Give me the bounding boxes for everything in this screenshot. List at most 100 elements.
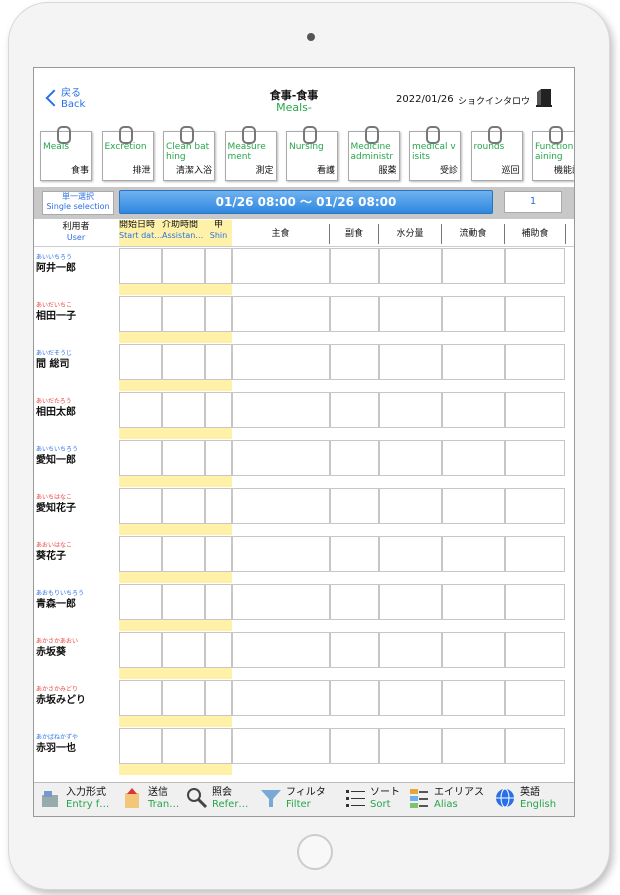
table-cell[interactable] bbox=[330, 632, 379, 668]
table-cell[interactable] bbox=[505, 632, 565, 668]
table-cell[interactable] bbox=[232, 344, 330, 380]
table-cell[interactable] bbox=[205, 344, 232, 380]
toolbar-alias-button[interactable]: エイリアス Alias bbox=[408, 784, 486, 814]
table-cell[interactable] bbox=[205, 632, 232, 668]
table-cell[interactable] bbox=[119, 488, 162, 524]
table-cell[interactable] bbox=[330, 584, 379, 620]
tab-6[interactable]: medical visits 受診 bbox=[409, 126, 461, 181]
table-cell[interactable] bbox=[330, 344, 379, 380]
table-cell[interactable] bbox=[205, 248, 232, 284]
table-cell[interactable] bbox=[232, 488, 330, 524]
toolbar-search-button[interactable]: 照会 Refer… bbox=[186, 784, 264, 814]
table-cell[interactable] bbox=[442, 488, 505, 524]
table-cell[interactable] bbox=[505, 392, 565, 428]
table-cell[interactable] bbox=[442, 344, 505, 380]
table-cell[interactable] bbox=[119, 440, 162, 476]
table-cell[interactable] bbox=[119, 296, 162, 332]
table-cell[interactable] bbox=[205, 728, 232, 764]
table-cell[interactable] bbox=[162, 632, 205, 668]
user-name[interactable]: あいだいちこ 相田一子 bbox=[36, 302, 118, 323]
table-cell[interactable] bbox=[442, 584, 505, 620]
table-cell[interactable] bbox=[232, 680, 330, 716]
toolbar-filter-button[interactable]: フィルタ Filter bbox=[260, 784, 338, 814]
user-name[interactable]: あかばねかずや 赤羽一也 bbox=[36, 734, 118, 755]
table-cell[interactable] bbox=[205, 296, 232, 332]
toolbar-entry-form-button[interactable]: 入力形式 Entry f… bbox=[40, 784, 118, 814]
table-cell[interactable] bbox=[379, 248, 442, 284]
table-cell[interactable] bbox=[442, 392, 505, 428]
table-cell[interactable] bbox=[442, 728, 505, 764]
table-cell[interactable] bbox=[162, 344, 205, 380]
table-cell[interactable] bbox=[505, 728, 565, 764]
table-cell[interactable] bbox=[162, 440, 205, 476]
table-cell[interactable] bbox=[119, 392, 162, 428]
tab-2[interactable]: Clean bathing 清潔入浴 bbox=[163, 126, 215, 181]
table-cell[interactable] bbox=[379, 296, 442, 332]
table-cell[interactable] bbox=[162, 248, 205, 284]
table-cell[interactable] bbox=[232, 248, 330, 284]
table-cell[interactable] bbox=[330, 488, 379, 524]
table-cell[interactable] bbox=[205, 536, 232, 572]
table-cell[interactable] bbox=[162, 296, 205, 332]
back-button-en[interactable]: Back bbox=[61, 99, 85, 110]
table-cell[interactable] bbox=[162, 488, 205, 524]
table-cell[interactable] bbox=[119, 728, 162, 764]
tab-5[interactable]: Medicine administra 服薬 bbox=[347, 126, 400, 181]
table-cell[interactable] bbox=[330, 392, 379, 428]
tab-1[interactable]: Excretion 排泄 bbox=[101, 126, 154, 181]
table-cell[interactable] bbox=[442, 296, 505, 332]
table-cell[interactable] bbox=[119, 344, 162, 380]
table-cell[interactable] bbox=[505, 344, 565, 380]
table-cell[interactable] bbox=[505, 248, 565, 284]
user-name[interactable]: あかさかみどり 赤坂みどり bbox=[36, 686, 118, 707]
tab-7[interactable]: rounds 巡回 bbox=[470, 126, 523, 181]
table-cell[interactable] bbox=[119, 248, 162, 284]
table-cell[interactable] bbox=[232, 296, 330, 332]
table-cell[interactable] bbox=[205, 488, 232, 524]
user-name[interactable]: あいちはなこ 愛知花子 bbox=[36, 494, 118, 515]
table-cell[interactable] bbox=[162, 392, 205, 428]
table-cell[interactable] bbox=[119, 536, 162, 572]
user-name[interactable]: あいだそうじ間 総司 bbox=[36, 350, 118, 371]
home-button[interactable] bbox=[297, 834, 333, 870]
table-cell[interactable] bbox=[505, 536, 565, 572]
time-range-button[interactable]: 01/26 08:00 〜 01/26 08:00 bbox=[119, 190, 493, 214]
table-cell[interactable] bbox=[119, 632, 162, 668]
table-cell[interactable] bbox=[119, 680, 162, 716]
table-cell[interactable] bbox=[505, 488, 565, 524]
table-cell[interactable] bbox=[379, 344, 442, 380]
user-name[interactable]: あいちいちろう 愛知一郎 bbox=[36, 446, 118, 467]
user-name[interactable]: あおもりいちろう 青森一郎 bbox=[36, 590, 118, 611]
table-cell[interactable] bbox=[442, 440, 505, 476]
table-cell[interactable] bbox=[505, 440, 565, 476]
logout-icon[interactable] bbox=[536, 88, 552, 108]
table-cell[interactable] bbox=[232, 440, 330, 476]
back-button[interactable]: 戻る bbox=[61, 88, 81, 99]
table-cell[interactable] bbox=[379, 680, 442, 716]
table-cell[interactable] bbox=[232, 536, 330, 572]
table-cell[interactable] bbox=[232, 392, 330, 428]
table-cell[interactable] bbox=[232, 728, 330, 764]
table-cell[interactable] bbox=[330, 536, 379, 572]
tab-8[interactable]: Function aining 機能訓 bbox=[532, 126, 574, 181]
table-cell[interactable] bbox=[162, 584, 205, 620]
table-cell[interactable] bbox=[379, 488, 442, 524]
table-cell[interactable] bbox=[379, 584, 442, 620]
user-name[interactable]: あおいはなこ 葵花子 bbox=[36, 542, 118, 563]
table-cell[interactable] bbox=[205, 680, 232, 716]
table-cell[interactable] bbox=[379, 728, 442, 764]
table-cell[interactable] bbox=[505, 296, 565, 332]
tab-4[interactable]: Nursing 看護 bbox=[286, 126, 338, 181]
table-cell[interactable] bbox=[119, 584, 162, 620]
table-cell[interactable] bbox=[442, 632, 505, 668]
table-cell[interactable] bbox=[330, 248, 379, 284]
table-cell[interactable] bbox=[330, 728, 379, 764]
table-cell[interactable] bbox=[442, 536, 505, 572]
table-cell[interactable] bbox=[232, 584, 330, 620]
table-cell[interactable] bbox=[379, 536, 442, 572]
table-cell[interactable] bbox=[442, 680, 505, 716]
user-name[interactable]: あいいちろう 阿井一郎 bbox=[36, 254, 118, 275]
table-cell[interactable] bbox=[162, 728, 205, 764]
table-cell[interactable] bbox=[330, 440, 379, 476]
table-cell[interactable] bbox=[330, 296, 379, 332]
